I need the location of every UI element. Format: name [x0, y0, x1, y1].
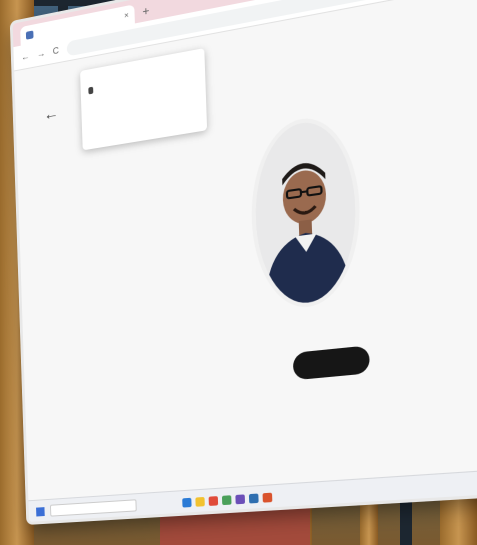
- chrome-icon[interactable]: [208, 495, 219, 506]
- taskbar-search[interactable]: [49, 499, 137, 517]
- meet-favicon-icon: [25, 29, 34, 40]
- meet-page: ←: [14, 0, 477, 522]
- windows-start-icon[interactable]: [36, 506, 45, 517]
- close-tab-icon[interactable]: ×: [124, 11, 129, 21]
- join-now-button[interactable]: [292, 345, 371, 381]
- back-button[interactable]: ←: [21, 51, 30, 62]
- camera-preview: [252, 115, 359, 309]
- reload-button[interactable]: C: [53, 45, 59, 56]
- permission-popup: [80, 48, 208, 151]
- taskbar-apps: [182, 492, 273, 508]
- forward-button[interactable]: →: [37, 48, 46, 59]
- person-video-feed: [252, 115, 359, 309]
- browser-window: × + ← → C ☆ ● ⋮ ←: [12, 0, 477, 522]
- excel-icon[interactable]: [221, 494, 232, 505]
- monitor: × + ← → C ☆ ● ⋮ ←: [12, 0, 477, 522]
- edge-icon[interactable]: [182, 497, 192, 508]
- back-arrow-icon[interactable]: ←: [43, 105, 59, 125]
- new-tab-button[interactable]: +: [138, 3, 153, 23]
- word-icon[interactable]: [248, 492, 259, 503]
- microphone-icon: [88, 86, 94, 95]
- teams-icon[interactable]: [235, 493, 246, 504]
- powerpoint-icon[interactable]: [262, 492, 273, 503]
- file-explorer-icon[interactable]: [195, 496, 205, 507]
